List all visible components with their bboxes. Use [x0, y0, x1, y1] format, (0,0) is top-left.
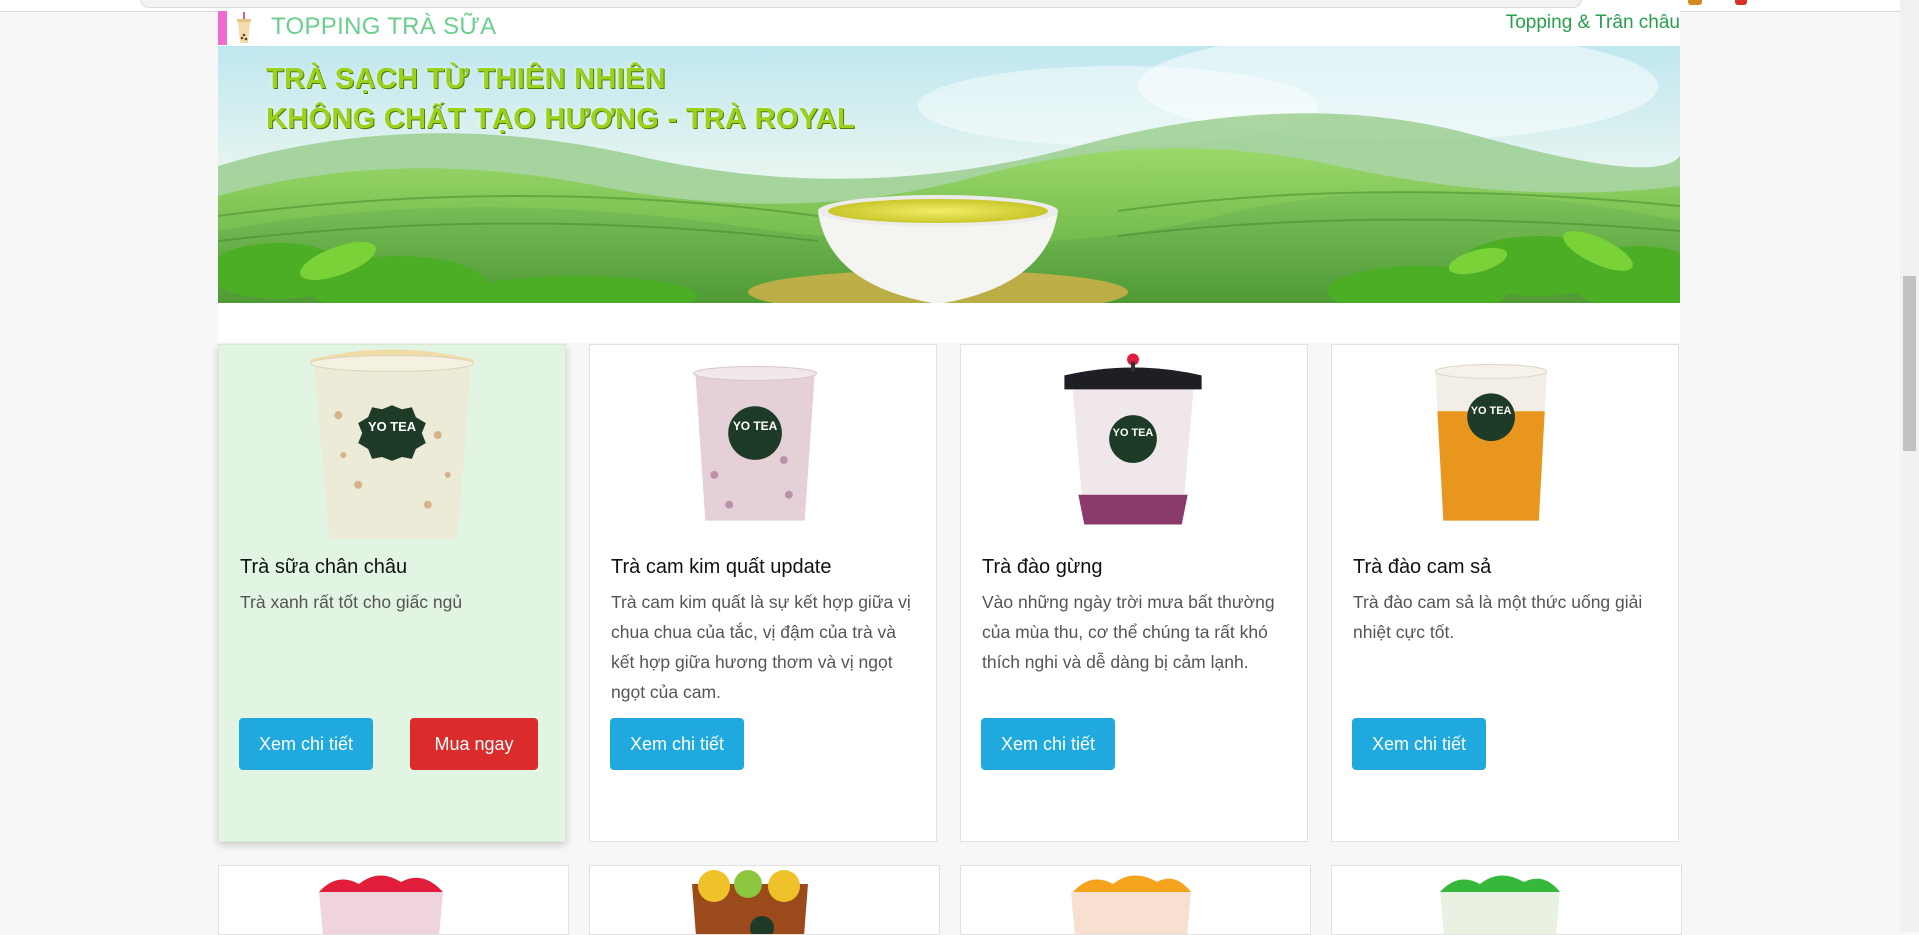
svg-text:YO TEA: YO TEA: [733, 419, 778, 433]
category-title: TOPPING TRÀ SỮA: [271, 13, 497, 40]
view-detail-button[interactable]: Xem chi tiết: [239, 718, 373, 770]
product-description: Trà đào cam sả là một thức uống giải nhi…: [1353, 592, 1643, 642]
lemon-tea-cup-icon: [692, 870, 808, 934]
product-name[interactable]: Trà đào cam sả: [1353, 556, 1491, 579]
yotea-logo: YO TEA: [728, 406, 782, 460]
category-header: TOPPING TRÀ SỮA Topping & Trân châu: [218, 11, 1680, 46]
product-name[interactable]: Trà đào gừng: [982, 556, 1103, 579]
svg-text:YO TEA: YO TEA: [1113, 427, 1154, 439]
product-card[interactable]: YO TEA Trà cam kim quất update Trà cam k…: [589, 344, 937, 842]
product-description: Vào những ngày trời mưa bất thường của m…: [982, 592, 1275, 672]
product-name[interactable]: Trà cam kim quất update: [611, 556, 831, 579]
yotea-logo: YO TEA: [1467, 393, 1515, 442]
red-jelly-milk-tea-cup-icon: [319, 875, 443, 934]
category-accent-bar: [218, 11, 227, 45]
peach-ginger-tea-cup-icon: YO TEA: [1064, 353, 1202, 525]
view-detail-button[interactable]: Xem chi tiết: [981, 718, 1115, 770]
product-card[interactable]: YO TEA Trà đào gừng Vào những ngày trời …: [960, 344, 1308, 842]
green-jelly-tea-cup-icon: [1440, 875, 1560, 934]
banner-headline: TRÀ SẠCH TỪ THIÊN NHIÊN: [266, 63, 666, 95]
view-detail-button[interactable]: Xem chi tiết: [610, 718, 744, 770]
milk-tea-pearl-cup-icon: YO TEA: [309, 349, 475, 539]
address-bar[interactable]: [140, 0, 1582, 8]
orange-kumquat-tea-cup-icon: YO TEA: [692, 365, 818, 521]
extension-icon[interactable]: [1688, 0, 1702, 5]
section-spacer: [218, 303, 1680, 343]
extension-icon[interactable]: [1735, 0, 1747, 5]
page-scrollbar[interactable]: [1900, 0, 1919, 932]
scrollbar-thumb[interactable]: [1903, 276, 1916, 451]
product-card[interactable]: [960, 865, 1311, 935]
buy-now-button[interactable]: Mua ngay: [410, 718, 538, 770]
orange-jelly-tea-cup-icon: [1071, 875, 1191, 934]
milk-tea-cup-icon: [237, 12, 251, 43]
product-card[interactable]: [589, 865, 940, 935]
view-detail-button[interactable]: Xem chi tiết: [1352, 718, 1486, 770]
promo-banner: TRÀ SẠCH TỪ THIÊN NHIÊN KHÔNG CHẤT TẠO H…: [218, 46, 1680, 303]
banner-subheadline: KHÔNG CHẤT TẠO HƯƠNG - TRÀ ROYAL: [266, 103, 855, 135]
product-card[interactable]: YO TEA Trà sữa chân châu Trà xanh rất tố…: [218, 344, 566, 842]
svg-text:YO TEA: YO TEA: [1471, 405, 1512, 417]
yotea-logo: YO TEA: [1109, 415, 1157, 463]
svg-text:YO TEA: YO TEA: [368, 419, 416, 434]
product-card[interactable]: [1331, 865, 1682, 935]
product-description: Trà cam kim quất là sự kết hợp giữa vị c…: [611, 592, 911, 702]
product-card[interactable]: [218, 865, 569, 935]
product-card[interactable]: YO TEA Trà đào cam sả Trà đào cam sả là …: [1331, 344, 1679, 842]
product-description: Trà xanh rất tốt cho giấc ngủ: [240, 592, 463, 612]
peach-orange-lemongrass-tea-cup-icon: YO TEA: [1434, 363, 1548, 521]
topping-link[interactable]: Topping & Trân châu: [1506, 12, 1680, 34]
product-name[interactable]: Trà sữa chân châu: [240, 556, 407, 579]
